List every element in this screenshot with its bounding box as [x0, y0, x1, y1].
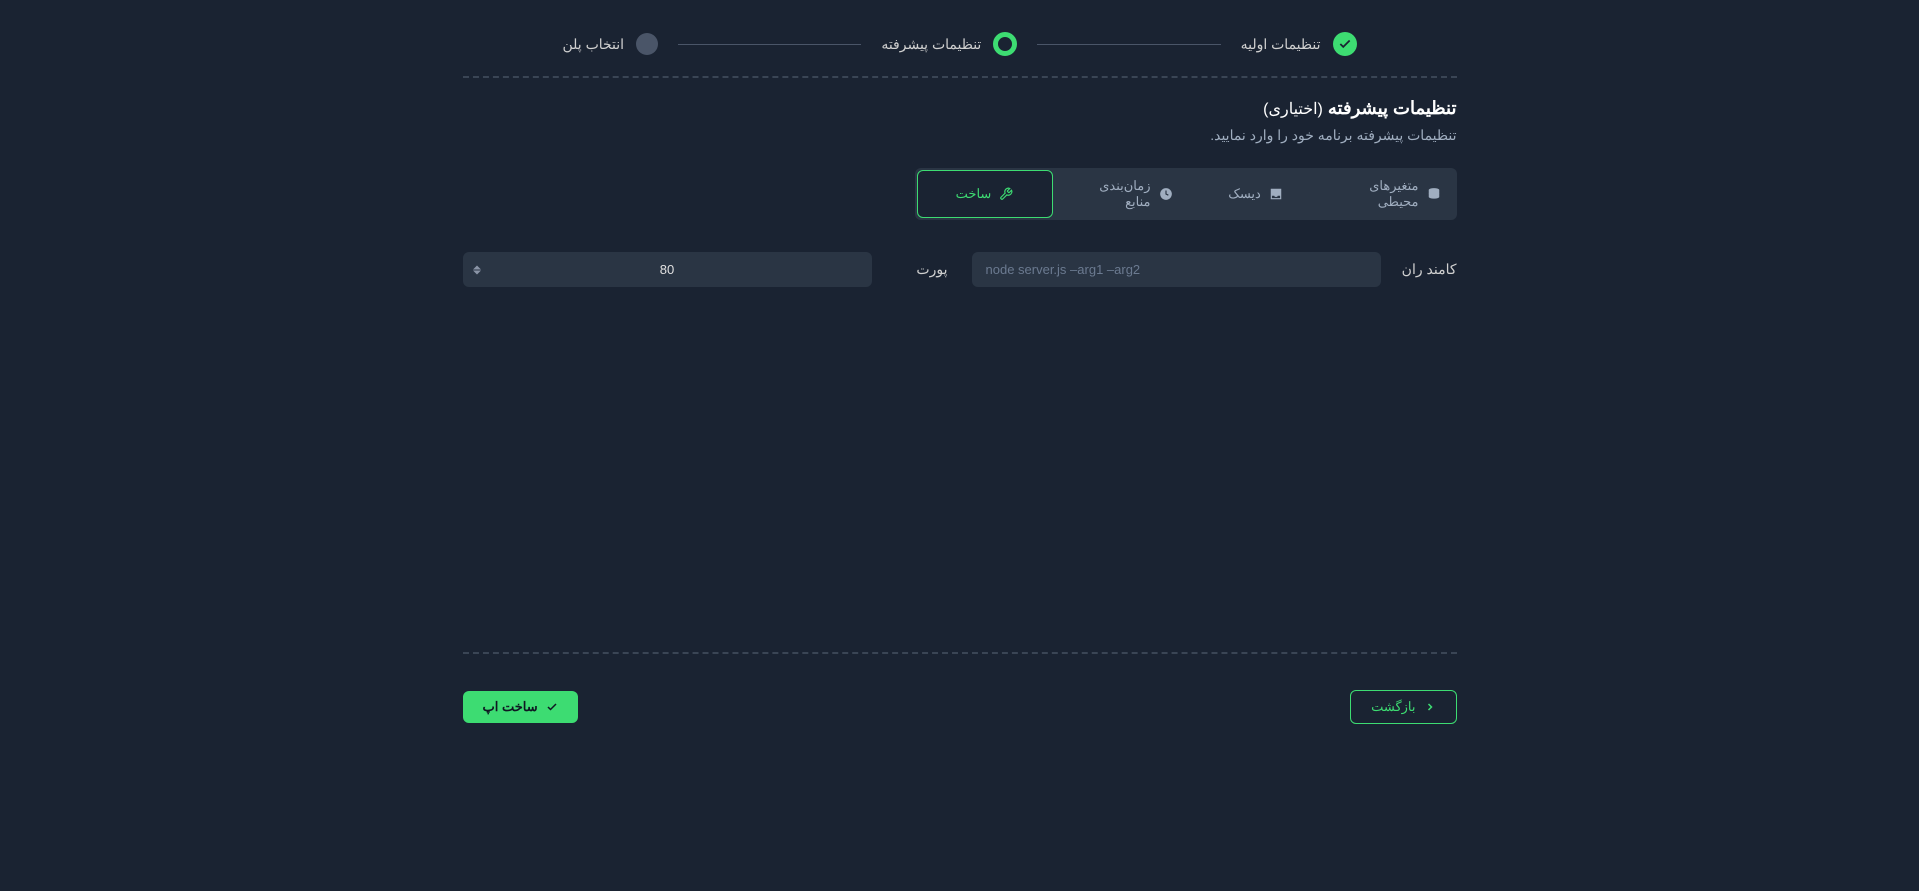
tab-schedule[interactable]: زمان‌بندی منابع — [1055, 168, 1189, 220]
title-optional: (اختیاری) — [1263, 101, 1323, 118]
database-icon — [1427, 187, 1441, 201]
content-area: کامند ران پورت — [463, 252, 1457, 632]
clock-icon — [1159, 187, 1173, 201]
wrench-icon — [999, 187, 1013, 201]
button-label: بازگشت — [1371, 699, 1415, 715]
step-label: انتخاب پلن — [562, 36, 624, 53]
check-icon — [1333, 32, 1357, 56]
tabs: متغیرهای محیطی دیسک زمان‌بندی منابع ساخت — [915, 168, 1457, 220]
back-button[interactable]: بازگشت — [1350, 690, 1456, 724]
port-input[interactable] — [463, 252, 872, 287]
run-command-input[interactable] — [972, 252, 1381, 287]
check-icon — [546, 701, 558, 713]
footer: بازگشت ساخت اپ — [463, 674, 1457, 724]
button-label: ساخت اپ — [483, 699, 538, 715]
divider — [463, 652, 1457, 654]
tab-env-vars[interactable]: متغیرهای محیطی — [1323, 168, 1457, 220]
tab-label: ساخت — [956, 186, 992, 202]
stepper: تنظیمات اولیه تنظیمات پیشرفته انتخاب پلن — [463, 32, 1457, 56]
inbox-icon — [1269, 187, 1283, 201]
tab-label: زمان‌بندی منابع — [1071, 178, 1151, 210]
page-title: تنظیمات پیشرفته (اختیاری) — [463, 98, 1457, 119]
step-separator — [678, 44, 861, 45]
tab-disk[interactable]: دیسک — [1189, 168, 1323, 220]
step-label: تنظیمات اولیه — [1241, 36, 1321, 53]
port-label: پورت — [888, 261, 948, 278]
step-advanced-settings[interactable]: تنظیمات پیشرفته — [881, 32, 1017, 56]
current-step-icon — [993, 32, 1017, 56]
title-text: تنظیمات پیشرفته — [1328, 98, 1457, 118]
create-app-button[interactable]: ساخت اپ — [463, 691, 578, 723]
step-separator — [1037, 44, 1220, 45]
tab-label: متغیرهای محیطی — [1339, 178, 1419, 210]
chevron-right-icon — [1424, 701, 1436, 713]
tab-label: دیسک — [1228, 186, 1261, 202]
run-command-label: کامند ران — [1397, 261, 1457, 278]
tab-build[interactable]: ساخت — [917, 170, 1053, 218]
divider — [463, 76, 1457, 78]
step-initial-settings[interactable]: تنظیمات اولیه — [1241, 32, 1357, 56]
pending-step-icon — [636, 33, 658, 55]
page-subtitle: تنظیمات پیشرفته برنامه خود را وارد نمایی… — [463, 127, 1457, 144]
step-plan-selection[interactable]: انتخاب پلن — [562, 33, 658, 55]
step-label: تنظیمات پیشرفته — [881, 36, 981, 53]
